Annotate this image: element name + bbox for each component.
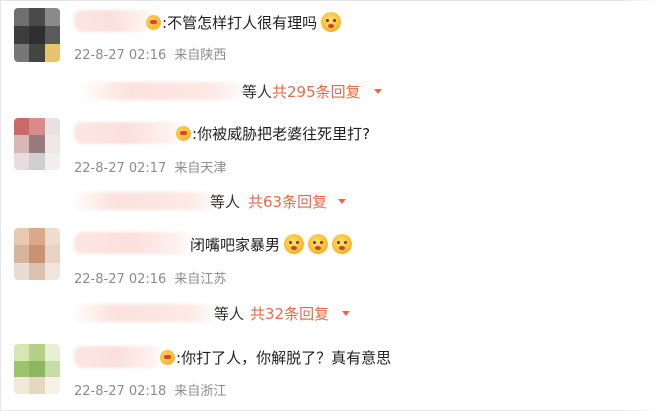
- username-redacted[interactable]: [74, 122, 182, 144]
- caret-down-icon[interactable]: [338, 199, 346, 204]
- username-redacted[interactable]: [74, 232, 192, 254]
- reply-tail: 等人: [242, 83, 273, 101]
- edge-fade: [620, 0, 660, 411]
- vip-badge-icon: [160, 350, 175, 365]
- comment-location: 来自浙江: [174, 384, 227, 399]
- caret-down-icon[interactable]: [342, 311, 350, 316]
- comment-time: 22-8-27 02:16: [74, 48, 167, 63]
- surprised-face-emoji-icon: [332, 234, 353, 254]
- reply-count-link[interactable]: 共63条回复: [248, 191, 327, 212]
- avatar[interactable]: [14, 344, 60, 394]
- surprised-face-emoji-icon: [284, 234, 305, 254]
- vip-badge-icon: [146, 15, 161, 30]
- username-redacted[interactable]: [74, 346, 162, 368]
- username-redacted[interactable]: [74, 10, 152, 32]
- avatar[interactable]: [14, 8, 60, 62]
- reply-summary[interactable]: 等人 共295条回复: [78, 80, 398, 102]
- reply-tail: 等人: [214, 305, 245, 323]
- comment-meta: 22-8-27 02:17 来自天津: [74, 157, 226, 176]
- comment-meta: 22-8-27 02:16 来自陕西: [74, 44, 226, 63]
- comment-text: 你打了人，你解脱了？真有意思: [181, 349, 392, 367]
- vip-badge-icon: [176, 126, 191, 141]
- comment-time: 22-8-27 02:17: [74, 161, 167, 176]
- avatar[interactable]: [14, 118, 60, 170]
- comment-location: 来自陕西: [174, 48, 227, 63]
- replier-names-redacted: [78, 82, 248, 100]
- replier-names-redacted: [70, 192, 220, 210]
- reply-tail: 等人: [210, 193, 241, 211]
- reply-summary[interactable]: 等人 共63条回复: [70, 190, 370, 212]
- comment-text: 你被威胁把老婆往死里打?: [197, 125, 371, 143]
- avatar[interactable]: [14, 228, 60, 280]
- surprised-face-emoji-icon: [321, 12, 342, 32]
- reply-summary[interactable]: 等人 共32条回复: [70, 302, 370, 324]
- reply-count-link[interactable]: 共32条回复: [250, 303, 329, 324]
- comment-time: 22-8-27 02:18: [74, 384, 167, 399]
- comment-meta: 22-8-27 02:18 来自浙江: [74, 380, 226, 399]
- caret-down-icon[interactable]: [374, 89, 382, 94]
- comment-meta: 22-8-27 02:16 来自江苏: [74, 268, 226, 287]
- comment-time: 22-8-27 02:16: [74, 272, 167, 287]
- comment-text: 不管怎样打人很有理吗: [167, 14, 318, 32]
- comment-text: 闭嘴吧家暴男: [190, 236, 281, 254]
- reply-count-link[interactable]: 共295条回复: [272, 81, 361, 102]
- surprised-face-emoji-icon: [308, 234, 329, 254]
- comment-location: 来自江苏: [174, 272, 227, 287]
- comment-location: 来自天津: [174, 161, 227, 176]
- replier-names-redacted: [70, 304, 220, 322]
